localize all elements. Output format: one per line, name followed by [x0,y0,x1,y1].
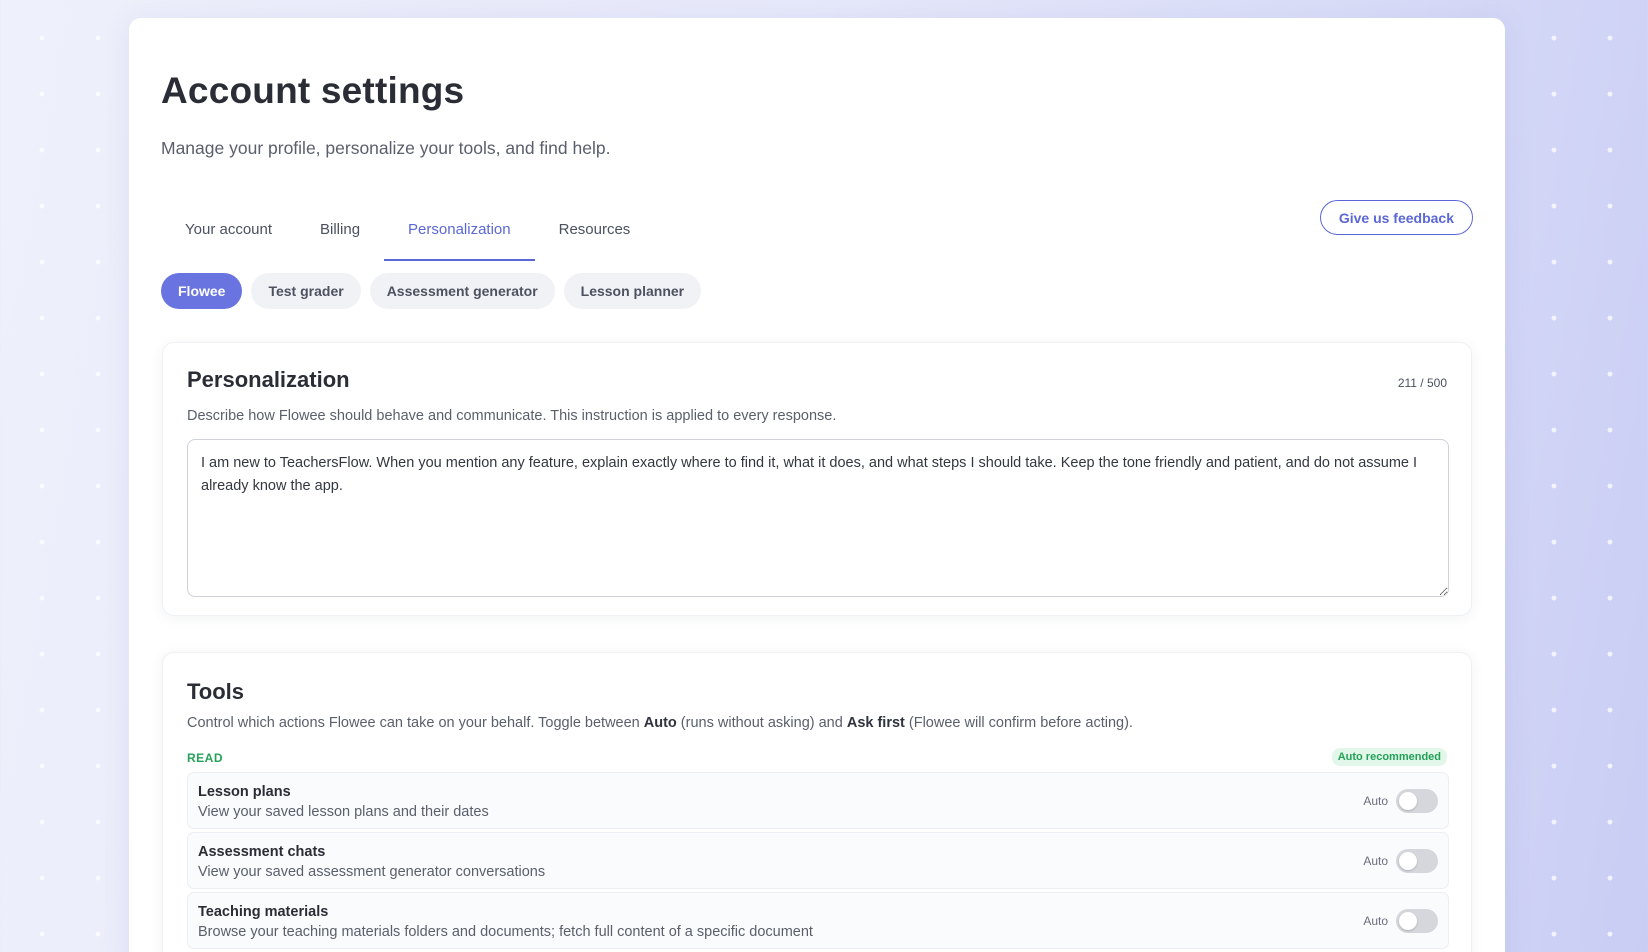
tool-name: Lesson plans [198,784,291,800]
tool-mode-control: Auto [1363,849,1438,873]
give-feedback-button[interactable]: Give us feedback [1319,200,1473,235]
auto-recommended-badge: Auto recommended [1331,748,1447,766]
personalization-panel: Personalization 211 / 500 Describe how F… [162,342,1472,616]
tab-resources[interactable]: Resources [535,199,655,261]
settings-card: Account settings Manage your profile, pe… [129,18,1505,952]
tool-mode-control: Auto [1363,789,1438,813]
tool-name: Assessment chats [198,844,326,860]
tool-row-teaching-materials: Teaching materials Browse your teaching … [187,892,1449,949]
tools-desc-ask-first: Ask first [846,715,905,731]
tools-desc-text: (runs without asking) and [676,715,847,731]
tab-billing[interactable]: Billing [296,199,384,261]
tool-description: View your saved assessment generator con… [198,864,546,880]
tools-desc-text: (Flowee will confirm before acting). [904,715,1133,731]
tools-desc-auto: Auto [643,715,677,731]
tool-name: Teaching materials [198,904,329,920]
page-subtitle: Manage your profile, personalize your to… [161,138,611,158]
tools-title: Tools [187,679,245,704]
pill-test-grader[interactable]: Test grader [251,273,361,309]
tool-row-lesson-plans: Lesson plans View your saved lesson plan… [187,772,1449,829]
char-counter: 211 / 500 [1397,376,1447,390]
assessment-chats-toggle[interactable] [1396,849,1438,873]
settings-tabs: Your account Billing Personalization Res… [161,199,654,261]
tool-row-assessment-chats: Assessment chats View your saved assessm… [187,832,1449,889]
tool-description: Browse your teaching materials folders a… [198,924,813,940]
pill-assessment-generator[interactable]: Assessment generator [369,273,555,309]
teaching-materials-toggle[interactable] [1396,909,1438,933]
tool-mode-label: Auto [1363,854,1388,868]
personalization-instruction-input[interactable]: I am new to TeachersFlow. When you menti… [187,439,1449,597]
tab-personalization[interactable]: Personalization [384,199,535,261]
read-tool-list: Lesson plans View your saved lesson plan… [187,772,1449,952]
tool-mode-control: Auto [1363,909,1438,933]
lesson-plans-toggle[interactable] [1396,789,1438,813]
page-title: Account settings [161,70,465,111]
tools-description: Control which actions Flowee can take on… [187,715,1133,731]
personalization-title: Personalization [187,367,350,392]
tool-mode-label: Auto [1363,914,1388,928]
tools-desc-text: Control which actions Flowee can take on… [187,715,644,731]
tool-selector-pills: Flowee Test grader Assessment generator … [161,273,702,309]
tools-panel: Tools Control which actions Flowee can t… [162,652,1472,952]
tool-description: View your saved lesson plans and their d… [198,804,489,820]
pill-flowee[interactable]: Flowee [161,273,243,309]
tool-mode-label: Auto [1363,794,1388,808]
tab-your-account[interactable]: Your account [161,199,296,261]
personalization-description: Describe how Flowee should behave and co… [187,408,837,424]
pill-lesson-planner[interactable]: Lesson planner [563,273,702,309]
read-section-label: READ [187,751,224,765]
